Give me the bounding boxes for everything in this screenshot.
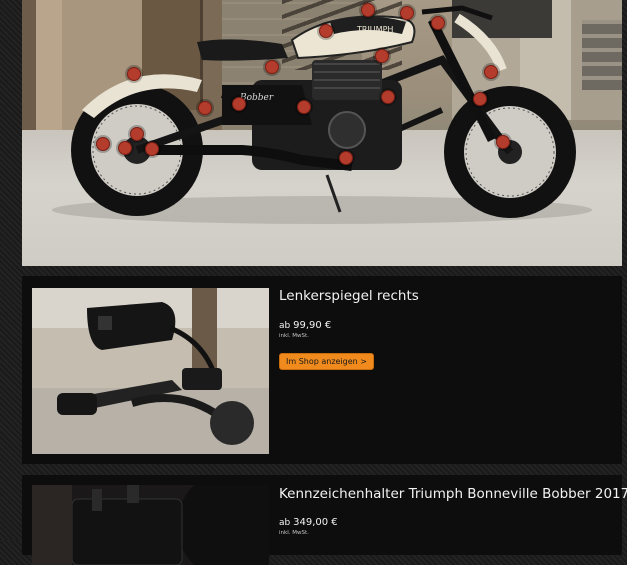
show-in-shop-button[interactable]: Im Shop anzeigen > [279,353,374,370]
hotspot-7[interactable] [232,97,246,111]
product-title[interactable]: Lenkerspiegel rechts [279,288,419,304]
price-amount: 99,90 € [293,320,332,331]
hotspot-2[interactable] [198,101,212,115]
mirror-image-illustration [32,288,269,454]
hotspot-10[interactable] [339,151,353,165]
tank-badge: TRIUMPH [356,25,393,34]
hotspot-9[interactable] [381,90,395,104]
product-title[interactable]: Kennzeichenhalter Triumph Bonneville Bob… [279,486,627,502]
tax-note: inkl. MwSt. [279,530,309,536]
plate-holder-image-illustration [32,485,269,565]
hotspot-18[interactable] [319,24,333,38]
hotspot-15[interactable] [473,92,487,106]
hotspot-16[interactable] [496,135,510,149]
hotspot-4[interactable] [130,127,144,141]
price-prefix: ab [279,321,291,331]
motorcycle-illustration: Bobber TRIUMPH [52,5,592,224]
product-card: Lenkerspiegel rechts ab 99,90 € inkl. Mw… [22,276,622,464]
product-price: ab 349,00 € [279,517,338,528]
hotspot-19[interactable] [265,60,279,74]
hotspot-17[interactable] [375,49,389,63]
hotspot-12[interactable] [400,6,414,20]
hotspot-1[interactable] [127,67,141,81]
hotspot-8[interactable] [297,100,311,114]
product-image-mirror[interactable] [32,288,269,454]
hotspot-11[interactable] [361,3,375,17]
hotspot-13[interactable] [431,16,445,30]
price-amount: 349,00 € [293,517,338,528]
hotspot-6[interactable] [145,142,159,156]
product-image-license-plate-holder[interactable] [32,485,269,565]
hotspot-14[interactable] [484,65,498,79]
product-price: ab 99,90 € [279,320,331,331]
hero-image: Bobber TRIUMPH [22,0,622,266]
price-prefix: ab [279,518,291,528]
tax-note: inkl. MwSt. [279,333,309,339]
hotspot-5[interactable] [118,141,132,155]
hotspot-3[interactable] [96,137,110,151]
product-card: Kennzeichenhalter Triumph Bonneville Bob… [22,475,627,565]
